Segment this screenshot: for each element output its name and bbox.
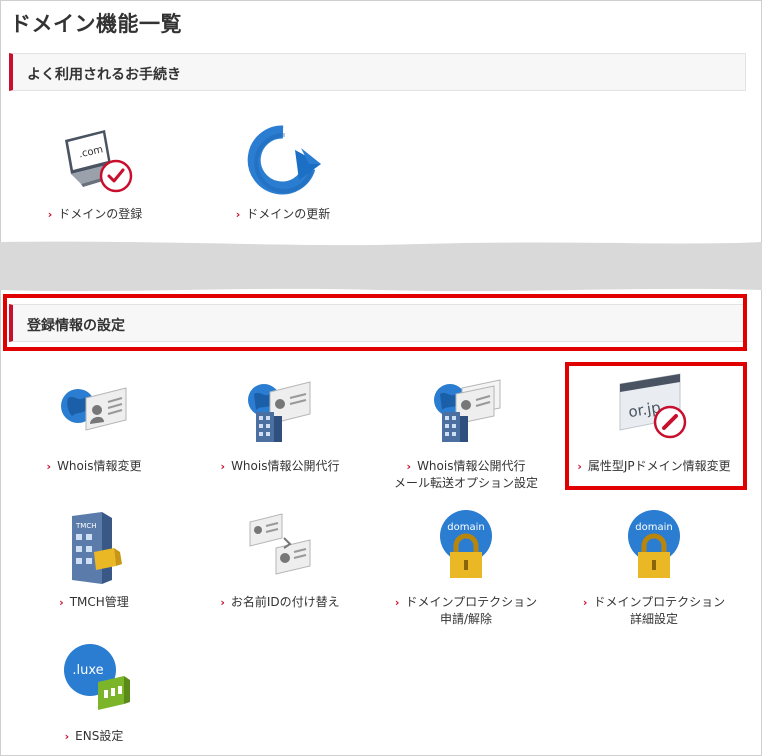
section-header-frequent: よく利用されるお手続き [9,53,746,91]
whois-proxy-mail-forward-link[interactable]: › Whois情報公開代行 メール転送オプション設定 [376,372,556,492]
svg-text:domain: domain [447,522,484,533]
item-label: › ドメインの登録 [47,207,143,221]
item-label: › ドメインプロテクション [394,595,538,609]
onamae-id-reassign-link[interactable]: › お名前IDの付け替え [190,508,370,611]
ens-settings-link[interactable]: .luxe › ENS設定 [4,642,184,745]
item-label: › Whois情報公開代行 [220,459,340,473]
svg-text:.luxe: .luxe [72,663,103,678]
jp-attribute-domain-change-link[interactable]: or.jp › 属性型JPドメイン情報変更 [564,372,744,475]
item-label-line2: メール転送オプション設定 [393,476,538,490]
domain-renew-link[interactable]: › ドメインの更新 [193,120,373,223]
section-header-registration: 登録情報の設定 [9,304,746,342]
svg-text:domain: domain [635,522,672,533]
domain-lock-icon: domain [440,510,492,578]
whois-proxy-link[interactable]: › Whois情報公開代行 [190,372,370,475]
luxe-ens-icon: .luxe [64,644,130,710]
item-label: › 属性型JPドメイン情報変更 [577,459,731,473]
globe-building-card-icon [248,381,311,442]
item-label-line2: 詳細設定 [629,612,678,626]
domain-protection-settings-link[interactable]: domain › ドメインプロテクション 詳細設定 [564,508,744,628]
item-label: › ドメインの更新 [235,207,331,221]
item-label: › Whois情報変更 [46,459,142,473]
or-jp-edit-icon: or.jp [619,373,687,439]
domain-register-link[interactable]: .com › ドメインの登録 [5,120,185,223]
globe-building-cards-icon [434,379,501,442]
item-label: › TMCH管理 [59,595,129,609]
item-label-line2: 申請/解除 [439,612,493,626]
item-label: › ENS設定 [64,729,124,743]
section-title: よく利用されるお手続き [27,67,181,83]
domain-protection-apply-link[interactable]: domain › ドメインプロテクション 申請/解除 [376,508,556,628]
section-title: 登録情報の設定 [27,318,125,334]
svg-text:TMCH: TMCH [75,522,96,530]
section-separator [0,241,762,292]
globe-id-card-icon [61,387,127,431]
domain-lock-icon: domain [628,510,680,578]
tmch-manage-link[interactable]: TMCH › TMCH管理 [4,508,184,611]
whois-change-link[interactable]: › Whois情報変更 [4,372,184,475]
laptop-com-check-icon: .com [65,130,133,193]
item-label: › ドメインプロテクション [582,595,726,609]
id-card-swap-icon [249,513,311,575]
renew-arrow-icon [247,125,321,195]
tmch-building-icon: TMCH [72,512,122,584]
item-label: › お名前IDの付け替え [220,595,340,609]
page-title: ドメイン機能一覧 [10,12,182,36]
item-label: › Whois情報公開代行 [406,459,526,473]
